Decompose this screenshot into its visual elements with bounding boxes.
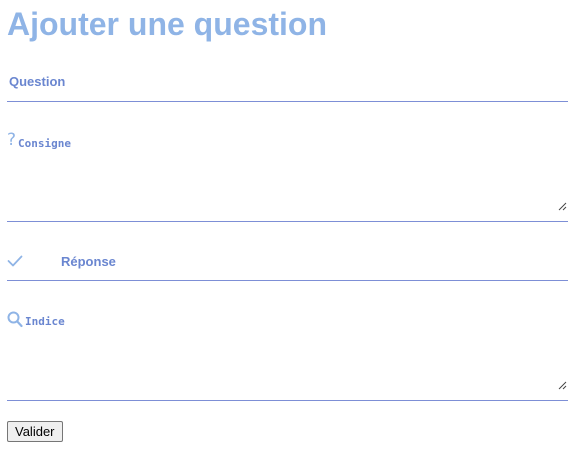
consigne-textarea[interactable]: ? Consigne bbox=[7, 128, 568, 222]
consigne-label: Consigne bbox=[18, 137, 71, 150]
resize-grip-icon[interactable] bbox=[558, 381, 567, 390]
page-title: Ajouter une question bbox=[7, 6, 327, 42]
reponse-field[interactable]: Réponse bbox=[7, 246, 568, 281]
resize-grip-icon[interactable] bbox=[558, 202, 567, 211]
reponse-label: Réponse bbox=[61, 254, 116, 269]
question-label: Question bbox=[9, 74, 66, 89]
checkmark-icon bbox=[7, 255, 23, 267]
question-mark-icon: ? bbox=[7, 130, 17, 150]
search-icon bbox=[7, 311, 23, 328]
question-field[interactable]: Question bbox=[7, 66, 568, 102]
submit-button[interactable]: Valider bbox=[7, 421, 63, 442]
indice-label: Indice bbox=[25, 315, 65, 328]
indice-textarea[interactable]: Indice bbox=[7, 306, 568, 401]
